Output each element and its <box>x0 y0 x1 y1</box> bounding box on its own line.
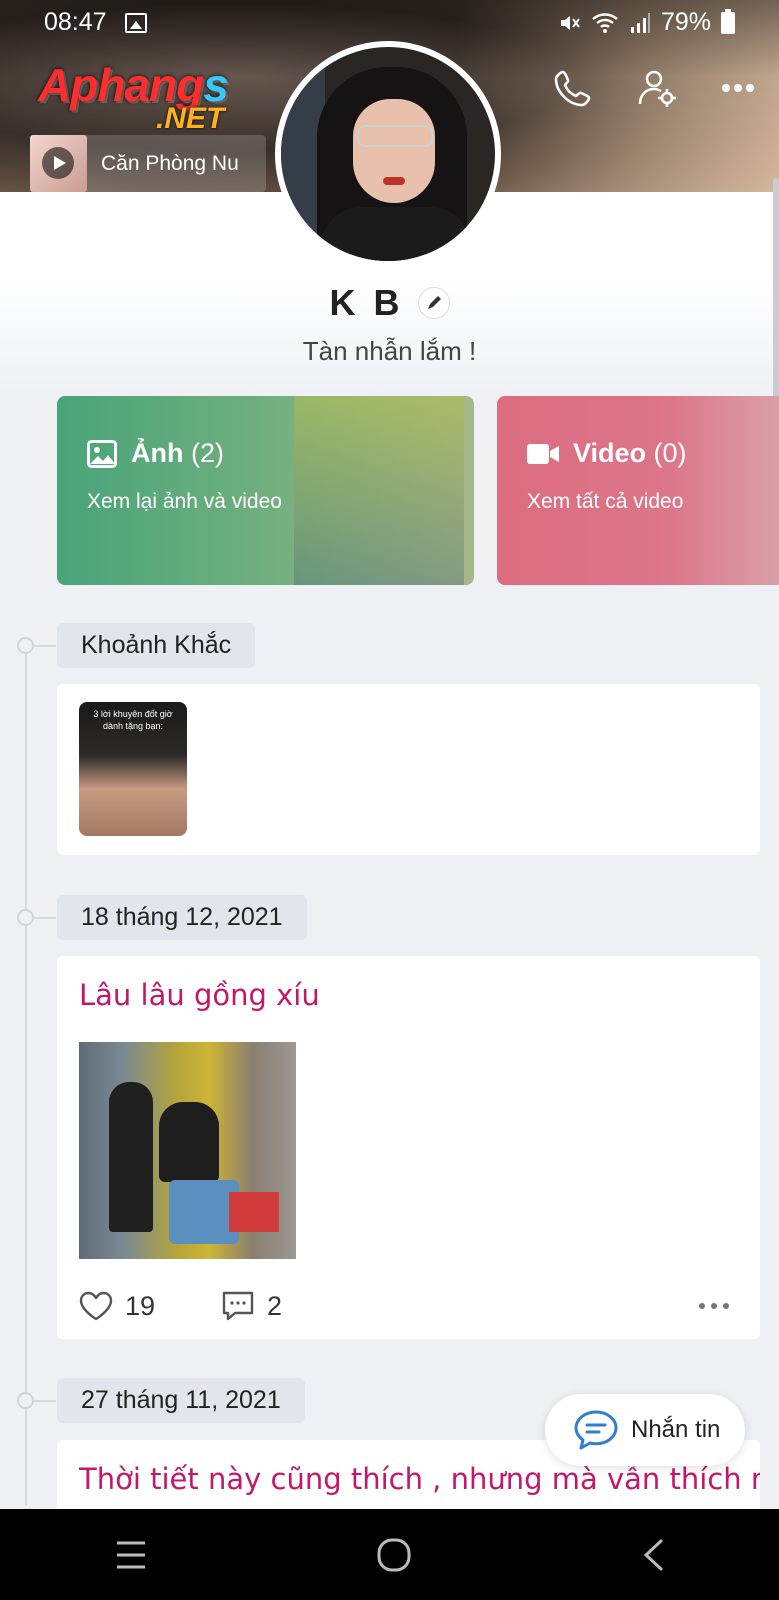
like-button[interactable]: 19 <box>79 1291 155 1322</box>
wifi-icon <box>592 12 618 33</box>
comment-count: 2 <box>267 1290 283 1321</box>
post-date-tag: 27 tháng 11, 2021 <box>57 1378 305 1423</box>
profile-status: Tàn nhẫn lắm ! <box>302 336 477 366</box>
status-bar: 08:47 79% <box>0 0 779 45</box>
post-more-icon[interactable] <box>699 1303 729 1309</box>
more-icon[interactable] <box>721 83 755 93</box>
videos-count: (0) <box>653 438 687 468</box>
user-settings-icon[interactable] <box>637 68 677 108</box>
message-button[interactable]: Nhắn tin <box>545 1394 745 1466</box>
header-actions <box>553 68 755 108</box>
videos-card[interactable]: Video (0) Xem tất cả video <box>497 396 779 585</box>
like-count: 19 <box>125 1290 156 1321</box>
home-icon[interactable] <box>376 1537 412 1573</box>
menu-icon[interactable] <box>115 1540 147 1570</box>
music-thumbnail <box>30 135 87 192</box>
battery-percent: 79% <box>660 8 711 36</box>
video-camera-icon <box>527 443 559 464</box>
edit-icon <box>427 296 441 309</box>
message-button-label: Nhắn tin <box>631 1416 721 1443</box>
timeline-dot <box>17 637 34 654</box>
moment-thumb-text: 3 lời khuyên đốt giờ dành tặng bạn: <box>93 709 173 731</box>
post-actions: 19 2 <box>79 1284 739 1328</box>
play-icon[interactable] <box>42 147 74 179</box>
image-icon <box>87 439 117 468</box>
profile-name-row: K B <box>0 282 779 324</box>
avatar[interactable] <box>275 41 501 267</box>
photos-label: Ảnh <box>131 438 184 468</box>
comment-icon <box>222 1291 254 1321</box>
timeline-dot <box>17 909 34 926</box>
timeline-tick <box>34 917 56 919</box>
mute-icon <box>560 15 580 30</box>
profile-name: K B <box>329 282 404 323</box>
timeline-tick <box>34 645 56 647</box>
timeline-dot <box>17 1392 34 1409</box>
chat-icon <box>574 1410 618 1450</box>
post-photo[interactable] <box>79 1042 296 1259</box>
photos-subtitle: Xem lại ảnh và video <box>87 490 282 513</box>
videos-label: Video <box>573 438 647 468</box>
music-title: Căn Phòng Nu <box>101 151 239 175</box>
watermark-logo: Aphangs .NET <box>38 59 229 135</box>
moments-card: 3 lời khuyên đốt giờ dành tặng bạn: <box>57 684 760 855</box>
post-card: Lâu lâu gồng xíu 19 2 <box>57 956 760 1339</box>
moments-tag: Khoảnh Khắc <box>57 623 256 668</box>
signal-icon <box>630 12 650 33</box>
moment-thumbnail[interactable]: 3 lời khuyên đốt giờ dành tặng bạn: <box>79 702 187 836</box>
gallery-icon <box>124 12 147 33</box>
photos-count: (2) <box>191 438 224 468</box>
post-title[interactable]: Lâu lâu gồng xíu <box>79 978 320 1012</box>
videos-subtitle: Xem tất cả video <box>527 490 684 513</box>
post-title[interactable]: Thời tiết này cũng thích , nhưng mà vẫn … <box>79 1462 760 1496</box>
phone-icon[interactable] <box>553 68 593 108</box>
timeline-line <box>25 645 27 1505</box>
status-time: 08:47 <box>44 8 107 36</box>
system-nav-bar <box>0 1509 779 1600</box>
post-date-tag: 18 tháng 12, 2021 <box>57 895 307 940</box>
photos-card[interactable]: Ảnh (2) Xem lại ảnh và video <box>57 396 474 585</box>
heart-icon <box>79 1291 113 1321</box>
edit-name-button[interactable] <box>417 287 450 319</box>
profile-music[interactable]: Căn Phòng Nu <box>30 135 266 192</box>
comment-button[interactable]: 2 <box>221 1290 282 1322</box>
battery-icon <box>721 8 735 34</box>
back-icon[interactable] <box>641 1538 665 1572</box>
timeline-tick <box>34 1400 56 1402</box>
